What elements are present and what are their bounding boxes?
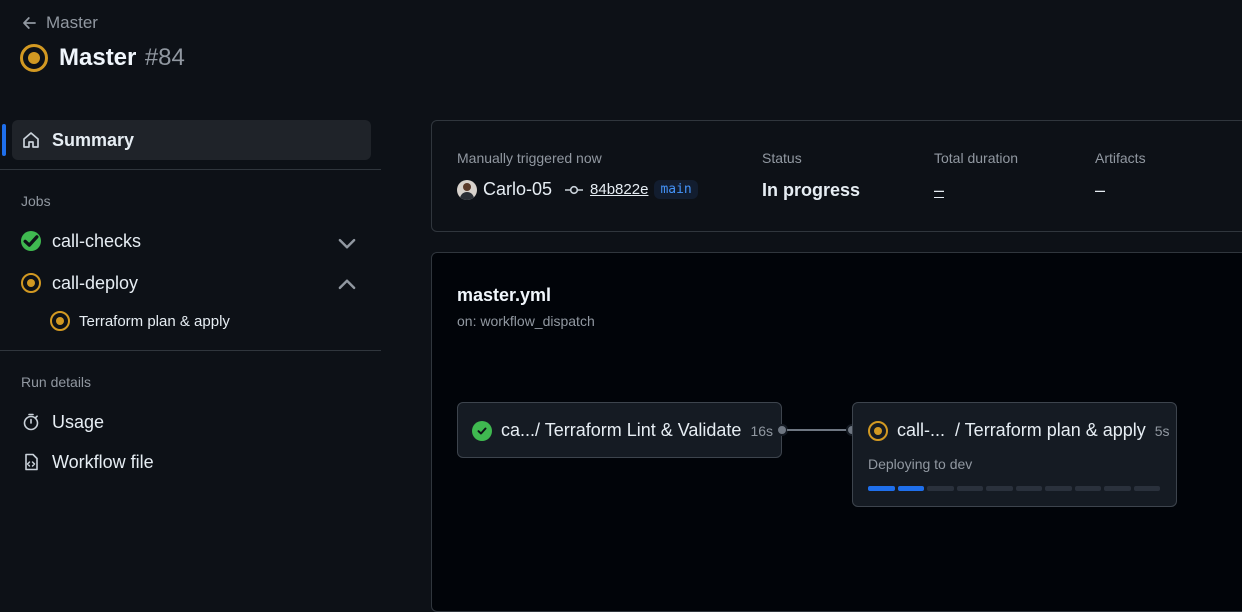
trigger-details: Carlo-05 84b822e main xyxy=(457,179,698,200)
job-duration: 5s xyxy=(1154,422,1170,439)
job-progress-bar xyxy=(868,486,1160,491)
progress-segment xyxy=(868,486,895,491)
sidebar-item-label: Usage xyxy=(52,411,105,432)
chevron-up-icon[interactable] xyxy=(337,275,357,295)
progress-segment xyxy=(897,486,924,491)
success-icon xyxy=(21,231,41,251)
job-label: call-deploy xyxy=(52,272,139,293)
run-number: #84 xyxy=(144,44,185,71)
home-icon xyxy=(23,132,39,148)
sidebar-item-usage[interactable]: Usage xyxy=(12,402,371,442)
sidebar-item-label: Summary xyxy=(52,129,135,150)
jobs-heading: Jobs xyxy=(21,193,51,209)
sidebar-item-workflow-file[interactable]: Workflow file xyxy=(12,442,371,482)
avatar xyxy=(457,179,477,200)
success-icon xyxy=(472,420,492,441)
artifacts-value: – xyxy=(1095,180,1106,200)
trigger-label: Manually triggered now xyxy=(457,150,602,166)
duration-value[interactable]: – xyxy=(934,180,944,201)
run-details-heading: Run details xyxy=(21,374,92,390)
in-progress-icon xyxy=(50,311,70,331)
graph-connector xyxy=(787,429,847,431)
duration-label: Total duration xyxy=(934,150,1019,166)
job-row: call-... / Terraform plan & apply 5s xyxy=(868,420,1170,441)
chevron-down-icon[interactable] xyxy=(337,233,357,253)
sidebar-item-summary[interactable]: Summary xyxy=(12,120,371,160)
stopwatch-icon xyxy=(23,413,39,431)
job-step-text: Deploying to dev xyxy=(868,456,973,472)
artifacts-label: Artifacts xyxy=(1095,150,1146,166)
sidebar-divider xyxy=(0,350,381,351)
job-label: call-checks xyxy=(52,230,142,251)
arrow-left-icon xyxy=(23,17,36,29)
sidebar-item-label: Workflow file xyxy=(52,451,154,472)
run-summary-card xyxy=(431,120,1242,232)
commit-icon xyxy=(565,185,584,194)
commit-link[interactable]: 84b822e xyxy=(590,181,648,198)
workflow-file-name: master.yml xyxy=(457,285,552,305)
sidebar-subjob-terraform[interactable]: Terraform plan & apply xyxy=(50,311,230,331)
progress-segment xyxy=(956,486,983,491)
in-progress-icon xyxy=(868,420,888,441)
status-label: Status xyxy=(762,150,802,166)
sidebar-job-call-checks[interactable]: call-checks xyxy=(12,221,371,261)
progress-segment xyxy=(986,486,1013,491)
active-indicator xyxy=(2,124,6,156)
progress-segment xyxy=(1104,486,1131,491)
back-link[interactable]: Master xyxy=(21,13,98,33)
page-title: Master xyxy=(59,44,137,71)
status-value: In progress xyxy=(762,180,861,200)
progress-segment xyxy=(1015,486,1042,491)
branch-badge[interactable]: main xyxy=(654,180,698,199)
progress-segment xyxy=(1045,486,1072,491)
in-progress-icon xyxy=(21,273,41,293)
page-title-row: Master #84 xyxy=(20,44,185,72)
actor-link[interactable]: Carlo-05 xyxy=(483,179,552,200)
job-name: ca.../ Terraform Lint & Validate xyxy=(501,420,742,440)
in-progress-status-icon xyxy=(20,44,48,72)
job-row: ca.../ Terraform Lint & Validate 16s xyxy=(472,420,773,441)
back-link-label: Master xyxy=(46,13,98,32)
job-name: call-... / Terraform plan & apply xyxy=(897,420,1146,440)
workflow-trigger: on: workflow_dispatch xyxy=(457,313,595,329)
progress-segment xyxy=(927,486,954,491)
job-card-deploy[interactable]: call-... / Terraform plan & apply 5s Dep… xyxy=(852,402,1177,507)
subjob-label: Terraform plan & apply xyxy=(79,312,230,330)
job-card-lint[interactable]: ca.../ Terraform Lint & Validate 16s xyxy=(457,402,782,458)
sidebar-job-call-deploy[interactable]: call-deploy xyxy=(12,263,371,303)
progress-segment xyxy=(1074,486,1101,491)
file-code-icon xyxy=(25,453,38,471)
job-duration: 16s xyxy=(750,422,774,439)
progress-segment xyxy=(1133,486,1160,491)
sidebar-divider xyxy=(0,169,381,170)
